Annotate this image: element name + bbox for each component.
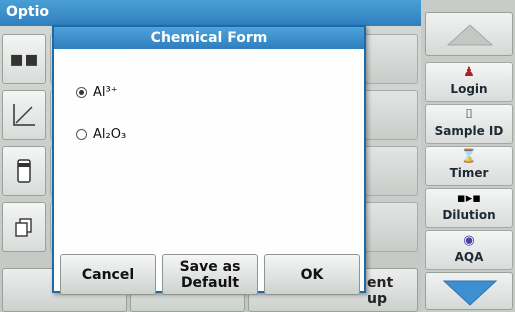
aqa-icon: ◉ [463, 233, 475, 248]
sample-id-label: Sample ID [434, 124, 504, 138]
option-al2o3[interactable]: Al₂O₃ [76, 124, 364, 144]
program-icon-button[interactable]: ▪▪ [2, 34, 46, 84]
save-as-default-label: Save as Default [179, 258, 241, 291]
graph-icon [13, 104, 35, 126]
radio-selected-icon[interactable] [76, 86, 87, 98]
cancel-label: Cancel [81, 266, 135, 283]
dilution-button[interactable]: ▪▸▪ Dilution [425, 188, 513, 228]
option-label: Al₂O₃ [93, 126, 127, 142]
vials-icon: ▪▪ [9, 46, 39, 72]
login-label: Login [450, 82, 488, 96]
cuvette-icon [17, 159, 31, 183]
aqa-button[interactable]: ◉ AQA [425, 230, 513, 270]
timer-icon: ⌛ [460, 149, 478, 164]
dialog-title: Chemical Form [54, 27, 364, 49]
arrow-down-icon [442, 280, 498, 306]
scroll-down-button[interactable] [425, 272, 513, 310]
background-header: Optio [0, 0, 421, 26]
arrow-up-icon [446, 24, 494, 46]
dilution-icon: ▪▸▪ [456, 191, 482, 206]
timer-label: Timer [449, 166, 489, 180]
cancel-button[interactable]: Cancel [60, 254, 156, 295]
option-al3plus[interactable]: Al³⁺ [76, 82, 364, 102]
vial-icon: ⌷ [465, 107, 473, 122]
chemical-form-dialog: Chemical Form Al³⁺ Al₂O₃ Cancel Save as … [52, 25, 366, 295]
right-sidebar: ♟ Login ⌷ Sample ID ⌛ Timer ▪▸▪ Dilution… [421, 0, 515, 312]
option-label: Al³⁺ [93, 84, 118, 100]
background-setup-label: ent up [367, 275, 394, 307]
ok-label: OK [300, 266, 324, 283]
copy-icon-button[interactable] [2, 202, 46, 252]
vial-icon-button[interactable] [2, 146, 46, 196]
background-title: Optio [6, 4, 50, 20]
scroll-up-button[interactable] [425, 12, 513, 56]
login-button[interactable]: ♟ Login [425, 62, 513, 102]
ok-button[interactable]: OK [264, 254, 360, 295]
save-as-default-button[interactable]: Save as Default [162, 254, 258, 295]
person-icon: ♟ [463, 65, 475, 80]
copy-icon [15, 218, 32, 237]
radio-unselected-icon[interactable] [76, 128, 87, 140]
chemical-form-options: Al³⁺ Al₂O₃ [54, 49, 364, 144]
graph-icon-button[interactable] [2, 90, 46, 140]
timer-button[interactable]: ⌛ Timer [425, 146, 513, 186]
sample-id-button[interactable]: ⌷ Sample ID [425, 104, 513, 144]
dilution-label: Dilution [442, 208, 496, 222]
aqa-label: AQA [454, 250, 484, 264]
